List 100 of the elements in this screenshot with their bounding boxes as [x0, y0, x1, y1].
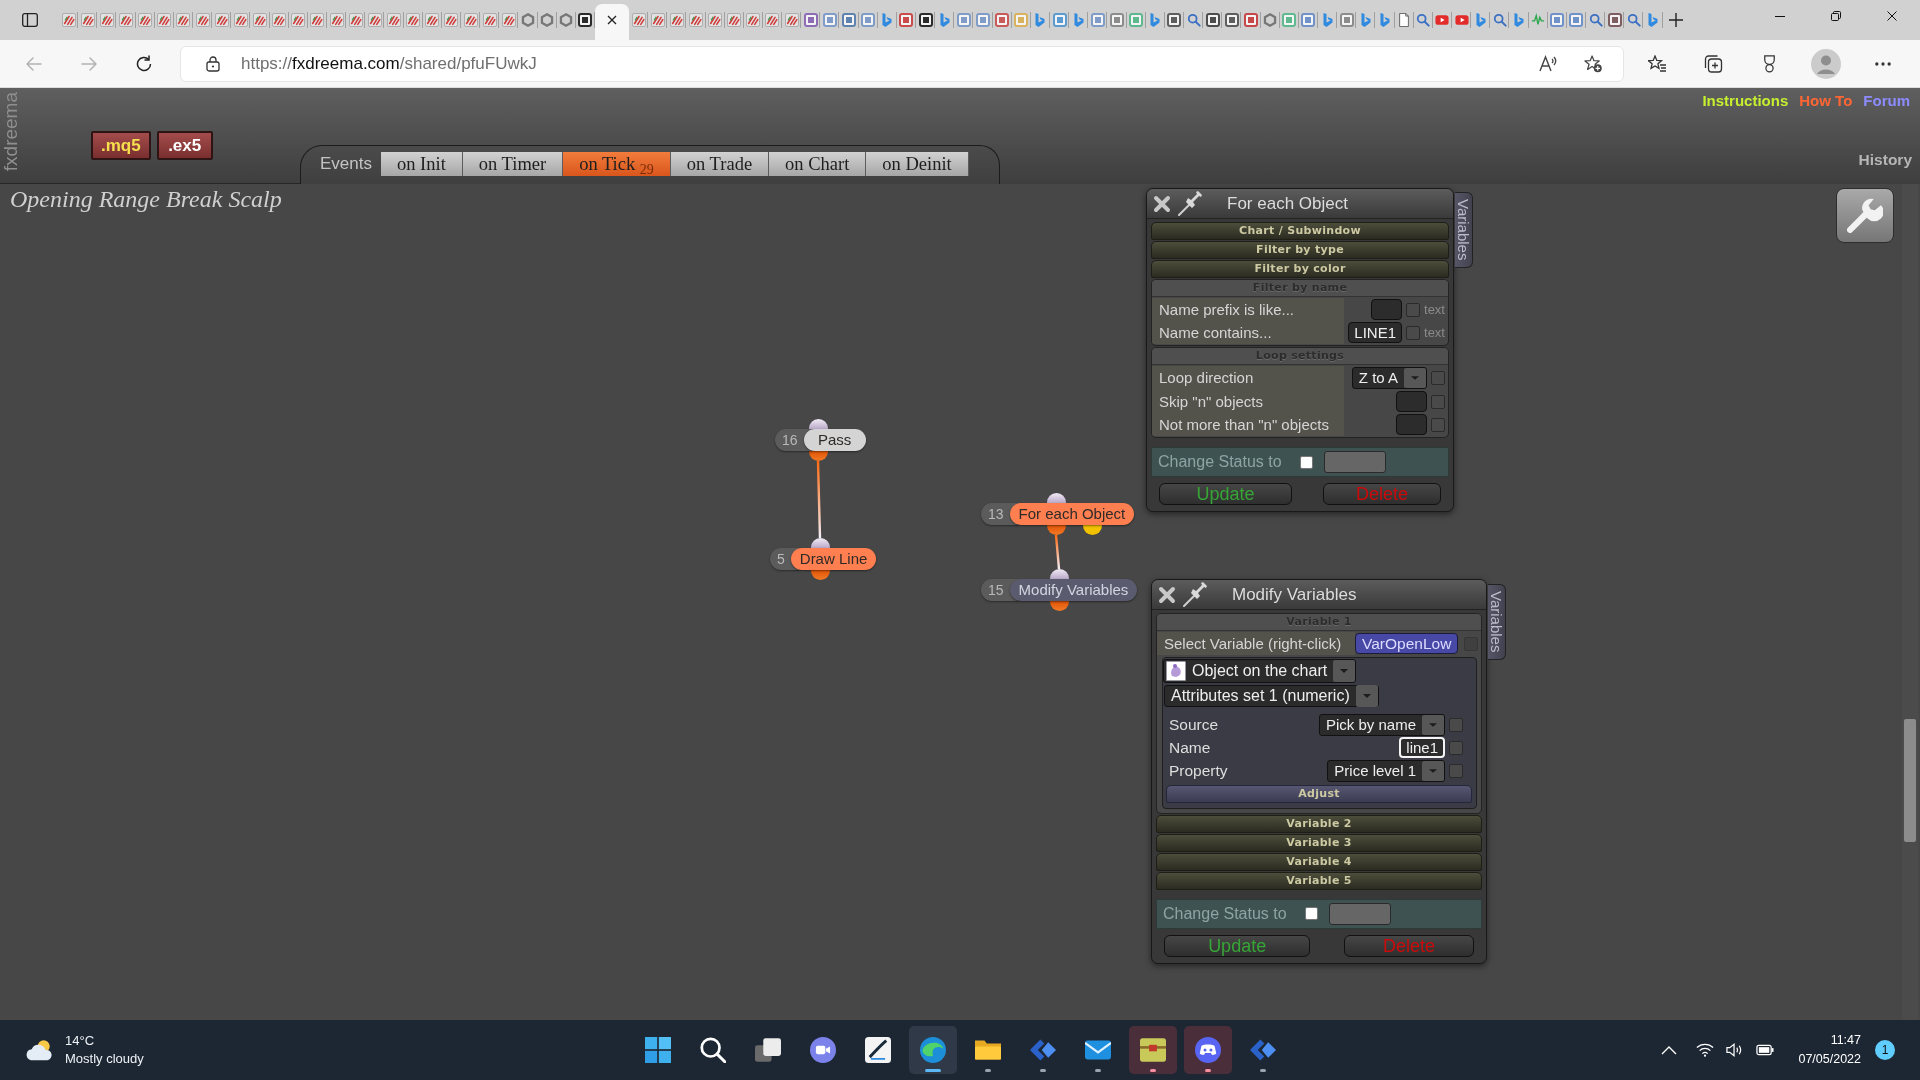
- input-connector-icon[interactable]: [808, 419, 828, 429]
- output-connector-icon[interactable]: [810, 570, 830, 580]
- variables-tab[interactable]: Variables: [1455, 192, 1473, 268]
- star-plus-icon[interactable]: [1584, 54, 1603, 73]
- dropdown[interactable]: Price level 1: [1327, 759, 1445, 782]
- close-icon[interactable]: [606, 15, 617, 25]
- section-header[interactable]: Variable 4: [1156, 853, 1482, 871]
- update-button[interactable]: Update: [1164, 934, 1311, 957]
- event-tab[interactable]: on Timer: [462, 152, 564, 176]
- text-field[interactable]: [1371, 299, 1403, 320]
- address-bar[interactable]: https://fxdreema.com/shared/pfuFUwkJ: [180, 45, 1624, 82]
- favorites-icon[interactable]: [1648, 54, 1667, 73]
- more-icon[interactable]: [1875, 61, 1891, 66]
- clock-date[interactable]: 07/05/2022: [1798, 1050, 1861, 1069]
- text-field[interactable]: [1396, 414, 1427, 435]
- temperature: 14°C: [65, 1032, 96, 1050]
- checkbox[interactable]: [1305, 907, 1318, 920]
- event-tab[interactable]: on Init: [381, 152, 463, 176]
- block-label[interactable]: Modify Variables: [1009, 579, 1138, 601]
- checkbox[interactable]: [1431, 371, 1445, 385]
- variables-tab[interactable]: Variables: [1488, 584, 1506, 660]
- block-label[interactable]: Pass: [803, 429, 866, 451]
- checkbox[interactable]: [1449, 740, 1463, 755]
- dropdown[interactable]: Z to A: [1351, 367, 1427, 389]
- block-label[interactable]: Draw Line: [790, 548, 877, 570]
- striped-square-icon: [291, 13, 306, 27]
- taskbar-button[interactable]: [908, 1026, 957, 1074]
- notification-badge[interactable]: 1: [1875, 1040, 1895, 1060]
- variable-button[interactable]: VarOpenLow: [1355, 633, 1459, 654]
- collections-icon[interactable]: [1704, 54, 1723, 73]
- section-header[interactable]: Adjust: [1166, 785, 1472, 803]
- output-connector-icon[interactable]: [1046, 525, 1066, 535]
- minimize-icon[interactable]: [1775, 15, 1785, 17]
- battery-icon[interactable]: [1756, 1044, 1775, 1056]
- wrench-icon: [1847, 198, 1883, 233]
- chevron-up-icon[interactable]: [1661, 1045, 1678, 1055]
- input-connector-icon[interactable]: [810, 538, 830, 548]
- checkbox[interactable]: [1300, 455, 1313, 469]
- speaker-icon[interactable]: [1726, 1043, 1744, 1057]
- text-field[interactable]: line1: [1399, 737, 1445, 758]
- section-header[interactable]: Variable 5: [1156, 872, 1482, 890]
- section-header[interactable]: Filter by type: [1151, 241, 1449, 259]
- scroll-thumb[interactable]: [1904, 719, 1916, 842]
- event-tab[interactable]: on Chart: [769, 152, 867, 176]
- pin-icon[interactable]: [1183, 582, 1208, 607]
- section-header[interactable]: Variable 3: [1156, 834, 1482, 852]
- running-indicator: [1204, 1069, 1211, 1072]
- taskbar-button[interactable]: [1128, 1026, 1177, 1074]
- history-label[interactable]: History: [1858, 151, 1912, 169]
- header-link[interactable]: Instructions: [1702, 92, 1789, 109]
- checkbox[interactable]: [1449, 717, 1463, 732]
- pin-icon[interactable]: [1178, 191, 1203, 216]
- output-connector-icon[interactable]: [1049, 601, 1069, 611]
- event-tab[interactable]: on Trade: [670, 152, 770, 176]
- section-header[interactable]: Filter by color: [1151, 260, 1449, 278]
- dropdown[interactable]: Pick by name: [1318, 713, 1445, 736]
- event-tab[interactable]: on Tick $_{29}$: [563, 152, 671, 176]
- text-field[interactable]: [1396, 391, 1427, 412]
- export-button[interactable]: .mq5: [91, 131, 151, 160]
- export-button[interactable]: .ex5: [156, 131, 213, 160]
- avatar-icon[interactable]: [1811, 48, 1841, 79]
- checkbox[interactable]: [1406, 325, 1421, 340]
- dropdown[interactable]: Object on the chart: [1163, 659, 1357, 683]
- input-connector-icon[interactable]: [1046, 493, 1066, 503]
- section-header[interactable]: Chart / Subwindow: [1151, 222, 1449, 240]
- checkbox[interactable]: [1406, 302, 1421, 317]
- striped-square-icon: [157, 13, 172, 27]
- status-field[interactable]: [1324, 451, 1386, 473]
- dropdown[interactable]: Attributes set 1 (numeric): [1164, 685, 1379, 707]
- input-connector-icon[interactable]: [1049, 569, 1069, 579]
- striped-square-icon: [708, 13, 723, 27]
- new-tab-icon[interactable]: [1668, 13, 1683, 27]
- striped-square-icon: [784, 13, 799, 27]
- block-number: 13: [981, 503, 1018, 525]
- chevrons-icon: [1029, 1037, 1056, 1063]
- restore-icon[interactable]: [1831, 11, 1841, 21]
- status-field[interactable]: [1329, 902, 1391, 925]
- update-button[interactable]: Update: [1159, 483, 1293, 505]
- wifi-icon[interactable]: [1696, 1043, 1715, 1057]
- striped-square-icon: [746, 13, 761, 27]
- output-connector-icon[interactable]: [808, 451, 828, 461]
- text-field[interactable]: LINE1: [1348, 322, 1403, 343]
- event-tab[interactable]: on Deinit: [866, 152, 969, 176]
- section-header[interactable]: Variable 2: [1156, 815, 1482, 833]
- cloud-sun-icon[interactable]: [25, 1038, 55, 1062]
- checkbox[interactable]: [1431, 394, 1445, 409]
- close-icon[interactable]: [1887, 11, 1897, 21]
- vertical-tabs-icon[interactable]: [22, 13, 38, 27]
- scrollbar[interactable]: [1902, 184, 1918, 1020]
- read-aloud-icon[interactable]: [1539, 54, 1558, 73]
- checkbox[interactable]: [1431, 417, 1445, 432]
- clock-time[interactable]: 11:47: [1830, 1031, 1861, 1050]
- block-label[interactable]: For each Object: [1009, 503, 1135, 525]
- output-connector-icon[interactable]: [1082, 525, 1102, 535]
- refresh-icon[interactable]: [136, 55, 152, 72]
- tools-button[interactable]: [1836, 188, 1894, 243]
- taskbar-button[interactable]: [1183, 1026, 1232, 1074]
- running-indicator: [1094, 1069, 1101, 1072]
- hexagon-icon: [540, 13, 555, 27]
- checkbox[interactable]: [1449, 763, 1463, 778]
